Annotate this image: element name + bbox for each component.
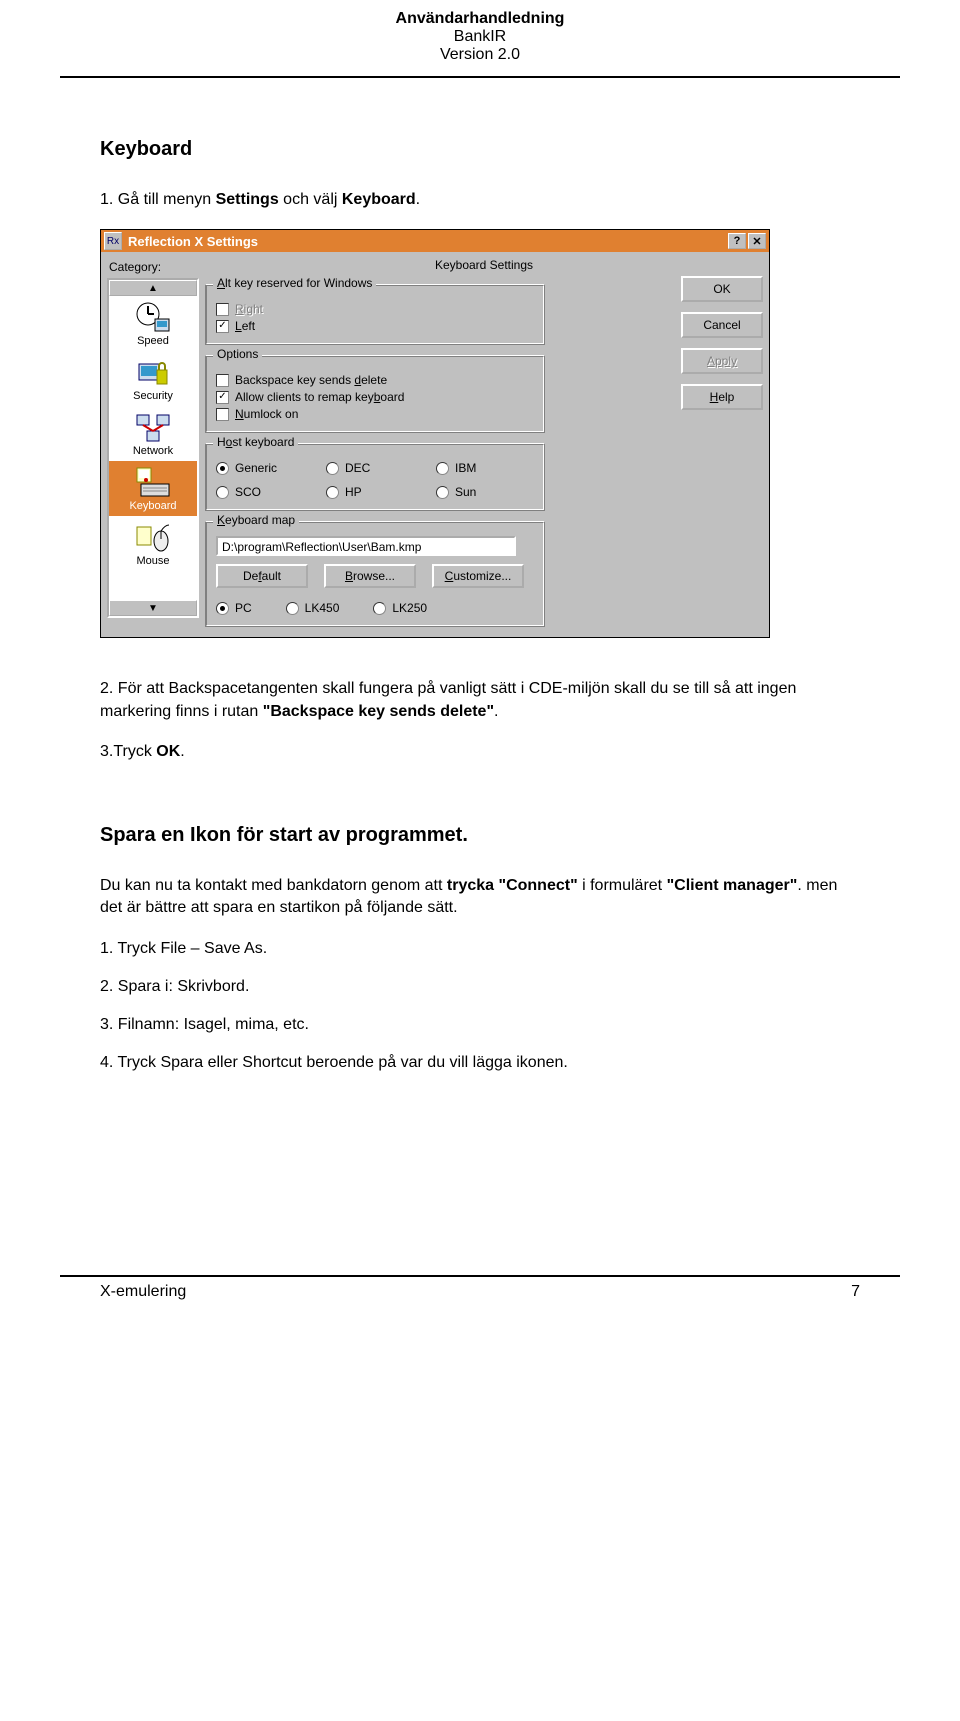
header-divider [60, 76, 900, 78]
checkbox-icon [216, 408, 229, 421]
sidebar-item-keyboard[interactable]: Keyboard [109, 461, 197, 516]
save-icon-intro: Du kan nu ta kontakt med bankdatorn geno… [100, 875, 860, 920]
category-sidebar: Category: ▲ Speed [107, 258, 199, 631]
scroll-down-button[interactable]: ▼ [109, 600, 197, 616]
dialog-action-buttons: OK Cancel Apply Help [681, 276, 763, 410]
radio-host-sco[interactable]: SCO [216, 485, 326, 499]
checkbox-allow-remap[interactable]: ✓ Allow clients to remap keyboard [216, 390, 536, 404]
help-titlebar-button[interactable]: ? [728, 233, 746, 249]
checkbox-right-alt[interactable]: Right [216, 302, 536, 316]
section-save-icon-heading: Spara en Ikon för start av programmet. [100, 824, 860, 847]
checkbox-icon: ✓ [216, 391, 229, 404]
checkbox-left-alt[interactable]: ✓ Left [216, 319, 536, 333]
apply-button[interactable]: Apply [681, 348, 763, 374]
group-options-legend: Options [213, 347, 262, 361]
sidebar-item-mouse[interactable]: Mouse [109, 516, 197, 571]
sidebar-label: Mouse [109, 555, 197, 567]
radio-icon [373, 602, 386, 615]
category-list: ▲ Speed Security [107, 278, 199, 618]
radio-host-generic[interactable]: Generic [216, 461, 326, 475]
step-3: 3.Tryck OK. [100, 741, 860, 763]
keyboard-icon [134, 465, 172, 499]
group-host-keyboard: Host keyboard Generic DEC IBM SCO HP Sun [205, 443, 545, 511]
radio-host-dec[interactable]: DEC [326, 461, 436, 475]
save-step-2: 2. Spara i: Skrivbord. [100, 975, 860, 999]
radio-icon [326, 486, 339, 499]
radio-kmap-lk250[interactable]: LK250 [373, 601, 427, 615]
ok-button[interactable]: OK [681, 276, 763, 302]
radio-icon [436, 486, 449, 499]
group-keyboard-map: Keyboard map D:\program\Reflection\User\… [205, 521, 545, 627]
group-host-legend: Host keyboard [213, 435, 298, 449]
radio-kmap-lk450[interactable]: LK450 [286, 601, 340, 615]
sidebar-label: Keyboard [109, 500, 197, 512]
checkbox-numlock[interactable]: Numlock on [216, 407, 536, 421]
page-header: Användarhandledning BankIR Version 2.0 [0, 0, 960, 72]
dialog-title: Reflection X Settings [126, 234, 726, 249]
radio-kmap-pc[interactable]: PC [216, 601, 252, 615]
scroll-up-button[interactable]: ▲ [109, 280, 197, 296]
checkbox-backspace-delete[interactable]: Backspace key sends delete [216, 373, 536, 387]
page-number: 7 [851, 1283, 860, 1301]
page-footer: X-emulering 7 [0, 1275, 960, 1301]
keyboard-map-path-input[interactable]: D:\program\Reflection\User\Bam.kmp [216, 536, 516, 556]
radio-icon [216, 486, 229, 499]
customize-button[interactable]: Customize... [432, 564, 524, 588]
lock-icon [134, 355, 172, 389]
category-label: Category: [109, 260, 199, 274]
radio-host-hp[interactable]: HP [326, 485, 436, 499]
doc-title: Användarhandledning [0, 10, 960, 28]
radio-host-ibm[interactable]: IBM [436, 461, 546, 475]
dialog-titlebar[interactable]: Rx Reflection X Settings ? ✕ [101, 230, 769, 252]
section-keyboard-heading: Keyboard [100, 138, 860, 161]
radio-icon [436, 462, 449, 475]
footer-section-name: X-emulering [100, 1283, 186, 1301]
checkbox-icon: ✓ [216, 320, 229, 333]
help-button[interactable]: Help [681, 384, 763, 410]
doc-subtitle-2: Version 2.0 [0, 46, 960, 64]
default-button[interactable]: Default [216, 564, 308, 588]
sidebar-label: Network [109, 445, 197, 457]
save-step-1: 1. Tryck File – Save As. [100, 937, 860, 961]
save-step-4: 4. Tryck Spara eller Shortcut beroende p… [100, 1051, 860, 1075]
checkbox-icon [216, 374, 229, 387]
save-step-3: 3. Filnamn: Isagel, mima, etc. [100, 1013, 860, 1037]
settings-dialog: Rx Reflection X Settings ? ✕ Category: ▲… [100, 229, 770, 638]
sidebar-item-network[interactable]: Network [109, 406, 197, 461]
sidebar-item-security[interactable]: Security [109, 351, 197, 406]
sidebar-label: Speed [109, 335, 197, 347]
radio-icon [286, 602, 299, 615]
panel-title: Keyboard Settings [205, 258, 763, 272]
group-alt-key: Alt key reserved for Windows Right ✓ Lef… [205, 284, 545, 345]
sidebar-label: Security [109, 390, 197, 402]
step-2: 2. För att Backspacetangenten skall fung… [100, 678, 860, 723]
group-kmap-legend: Keyboard map [213, 513, 299, 527]
radio-icon [216, 462, 229, 475]
sidebar-item-speed[interactable]: Speed [109, 296, 197, 351]
radio-icon [216, 602, 229, 615]
checkbox-icon [216, 303, 229, 316]
group-options: Options Backspace key sends delete ✓ All… [205, 355, 545, 433]
browse-button[interactable]: Browse... [324, 564, 416, 588]
group-alt-legend: Alt key reserved for Windows [213, 276, 376, 290]
network-icon [134, 410, 172, 444]
close-titlebar-button[interactable]: ✕ [748, 233, 766, 249]
cancel-button[interactable]: Cancel [681, 312, 763, 338]
radio-icon [326, 462, 339, 475]
clock-icon [134, 300, 172, 334]
step-1: 1. Gå till menyn Settings och välj Keybo… [100, 189, 860, 211]
mouse-icon [134, 520, 172, 554]
doc-subtitle-1: BankIR [0, 28, 960, 46]
system-menu-icon[interactable]: Rx [104, 232, 122, 250]
radio-host-sun[interactable]: Sun [436, 485, 546, 499]
settings-panel: Keyboard Settings Alt key reserved for W… [205, 258, 763, 631]
